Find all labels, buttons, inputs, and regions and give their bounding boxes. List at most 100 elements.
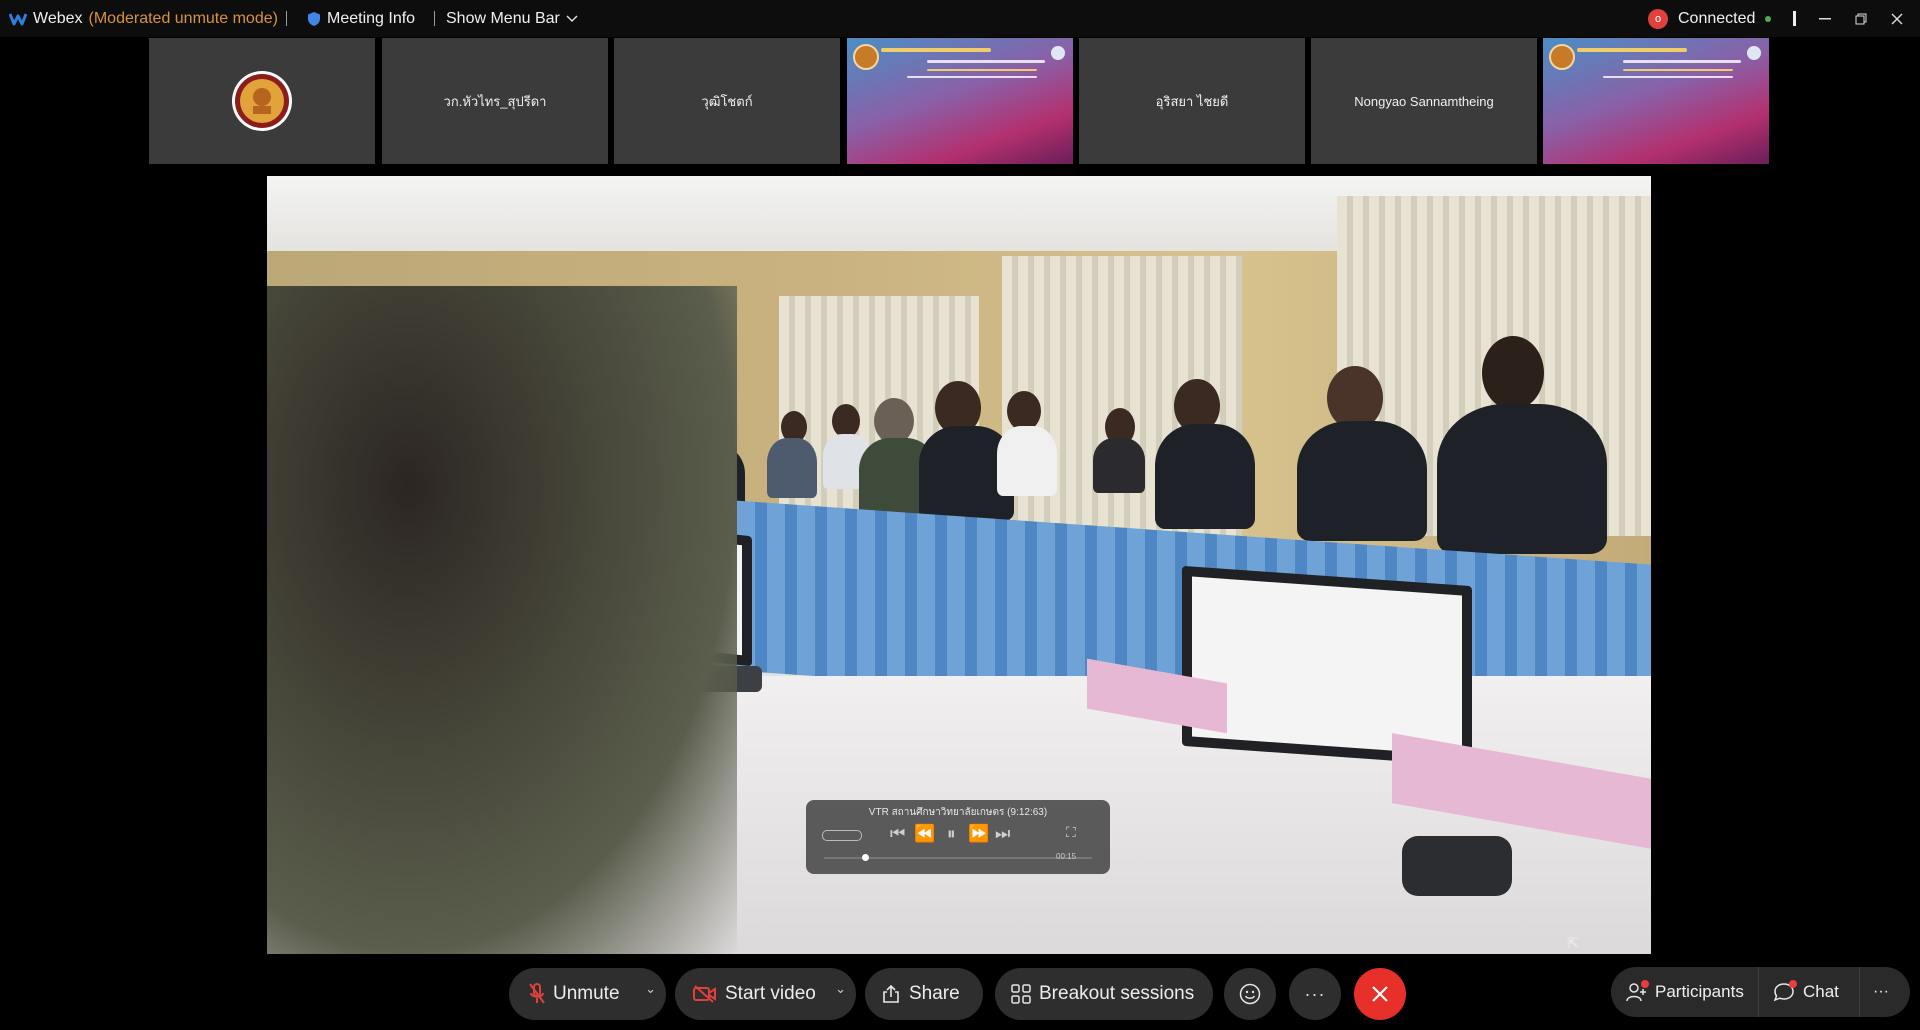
show-menu-bar-button[interactable]: Show Menu Bar — [446, 0, 578, 37]
start-video-button[interactable]: Start video ⌄ — [675, 968, 856, 1020]
participant-name: วก.หัวไทร_สุปรีดา — [443, 93, 547, 109]
next-button[interactable]: ⏭ — [995, 824, 1010, 844]
fast-forward-button[interactable]: ⏩ — [968, 824, 989, 844]
breakout-icon — [1011, 984, 1031, 1004]
slide-text — [1623, 60, 1741, 63]
connected-dot — [1765, 15, 1772, 22]
breakout-sessions-label: Breakout sessions — [1039, 983, 1195, 1004]
previous-button[interactable]: ⏮ — [890, 824, 905, 844]
slide-text — [1603, 76, 1733, 78]
main-video-stage[interactable]: VTR สถานศึกษาวิทยาลัยเกษตร (9:12:63) ⏮ ⏪… — [267, 176, 1651, 954]
breakout-sessions-button[interactable]: Breakout sessions — [995, 968, 1213, 1020]
recording-badge: o — [1648, 8, 1668, 29]
video-scene — [767, 438, 817, 498]
chat-label: Chat — [1803, 982, 1839, 1001]
participant-thumbnail[interactable]: วก.หัวไทร_สุปรีดา — [382, 38, 608, 164]
participant-name: Nongyao Sannamtheing — [1354, 93, 1494, 109]
unmute-label: Unmute — [553, 983, 620, 1004]
participant-thumbnail[interactable]: Nongyao Sannamtheing — [1311, 38, 1537, 164]
slide-badge-icon — [1051, 46, 1065, 60]
notification-dot — [1789, 980, 1797, 988]
minimize-button[interactable] — [1806, 0, 1844, 37]
participants-label: Participants — [1655, 982, 1744, 1001]
slide-logo-icon — [853, 44, 879, 70]
start-video-label: Start video — [725, 983, 816, 1004]
mic-muted-icon — [529, 983, 545, 1005]
slide-logo-icon — [1549, 44, 1575, 70]
side-panel-controls: Participants Chat ··· — [1611, 967, 1910, 1017]
unmute-button[interactable]: Unmute ⌄ — [509, 968, 666, 1020]
participants-icon — [1625, 980, 1649, 1002]
participant-thumbnail[interactable] — [149, 38, 375, 164]
show-menu-bar-label: Show Menu Bar — [446, 9, 560, 27]
app-name: Webex — [33, 9, 83, 27]
title-divider — [434, 11, 435, 26]
share-label: Share — [909, 983, 960, 1004]
slide-text — [927, 69, 1037, 71]
participant-thumbnail[interactable]: วุฒิโชตก์ — [614, 38, 840, 164]
media-progress-knob[interactable] — [862, 854, 869, 861]
meeting-info-button[interactable]: Meeting Info — [307, 0, 415, 37]
shared-slide-thumbnail[interactable] — [847, 38, 1073, 164]
media-player-overlay[interactable]: VTR สถานศึกษาวิทยาลัยเกษตร (9:12:63) ⏮ ⏪… — [806, 800, 1110, 874]
more-options-button[interactable]: ··· — [1289, 968, 1341, 1020]
chevron-down-icon[interactable]: ⌄ — [835, 981, 846, 997]
close-button[interactable] — [1878, 0, 1916, 37]
slide-text — [1577, 48, 1687, 52]
restore-icon — [1855, 13, 1867, 24]
participant-name: อุริสยา ไชยดี — [1155, 93, 1229, 109]
more-icon: ··· — [1304, 983, 1326, 1004]
video-scene — [1182, 565, 1472, 767]
reactions-button[interactable] — [1224, 968, 1276, 1020]
slide-badge-icon — [1747, 46, 1761, 60]
title-bar: Webex (Moderated unmute mode) Meeting In… — [0, 0, 1920, 37]
share-icon — [881, 984, 901, 1004]
video-scene — [1093, 438, 1145, 493]
video-scene — [832, 404, 860, 438]
video-scene — [1437, 404, 1607, 554]
shared-slide-thumbnail[interactable] — [1543, 38, 1769, 164]
video-scene — [1155, 424, 1255, 529]
notification-dot — [1641, 980, 1649, 988]
slide-text — [1623, 69, 1733, 71]
participant-thumbnail[interactable]: อุริสยา ไชยดี — [1079, 38, 1305, 164]
video-scene — [267, 286, 737, 954]
video-scene — [1007, 391, 1041, 431]
rewind-button[interactable]: ⏪ — [914, 824, 935, 844]
video-scene — [1297, 421, 1427, 541]
slide-text — [881, 48, 991, 52]
mode-label: (Moderated unmute mode) — [88, 9, 278, 27]
shield-icon — [308, 11, 320, 26]
media-title: VTR สถานศึกษาวิทยาลัยเกษตร (9:12:63) — [868, 807, 1048, 818]
slide-text — [927, 60, 1045, 63]
video-scene — [1402, 836, 1512, 896]
participants-button[interactable]: Participants — [1625, 967, 1744, 1017]
fullscreen-button[interactable]: ⛶ — [1066, 824, 1076, 841]
end-call-icon — [1372, 986, 1388, 1002]
media-time: 00:15 — [1056, 852, 1077, 861]
connection-status[interactable]: o Connected — [1648, 0, 1772, 37]
minimize-icon — [1819, 17, 1831, 19]
title-divider — [286, 11, 287, 26]
pause-button[interactable]: ⏸ — [947, 824, 956, 844]
close-icon — [1891, 13, 1903, 24]
chat-icon — [1773, 980, 1797, 1002]
divider — [1758, 967, 1759, 1017]
panel-more-button[interactable]: ··· — [1873, 967, 1889, 1017]
meeting-info-label: Meeting Info — [327, 9, 416, 27]
end-call-button[interactable] — [1354, 968, 1406, 1020]
video-off-icon — [693, 985, 717, 1003]
video-scene — [997, 426, 1057, 496]
chat-button[interactable]: Chat — [1773, 967, 1839, 1017]
chevron-down-icon[interactable]: ⌄ — [645, 981, 656, 997]
reactions-icon — [1239, 983, 1261, 1005]
chevron-down-icon — [566, 14, 578, 22]
title-divider — [1793, 11, 1796, 26]
more-icon: ··· — [1873, 983, 1889, 1000]
divider — [1859, 967, 1860, 1017]
institution-logo-icon — [232, 71, 292, 131]
share-button[interactable]: Share — [865, 968, 983, 1020]
volume-slider[interactable] — [822, 830, 862, 841]
webex-logo-icon — [9, 12, 27, 25]
restore-button[interactable] — [1842, 0, 1880, 37]
